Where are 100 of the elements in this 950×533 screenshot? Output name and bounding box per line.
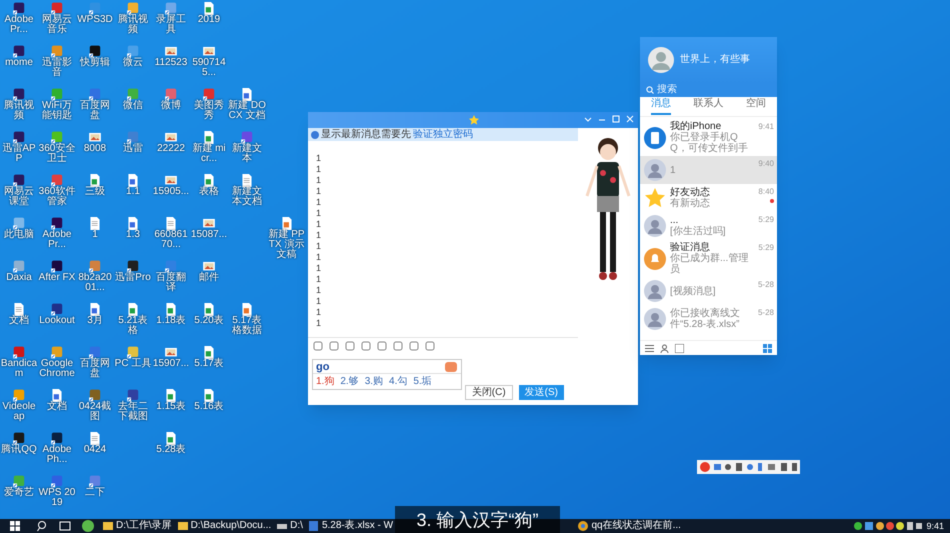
desktop-icon-label[interactable]: 5.17表 [190,359,228,369]
ime-candidate[interactable]: 5.垢 [413,376,432,388]
conversation-item[interactable]: 验证消息 你已成为群...管理员 5:29 [640,240,777,277]
desktop-icon-label[interactable]: 5907145... [190,58,228,78]
desktop-icon-label[interactable]: WiFi万能钥匙 [38,101,76,121]
desktop-icon-label[interactable]: 8b2a2001... [76,273,114,293]
desktop-icon-label[interactable]: 去年二下截图 [114,402,152,422]
taskbar-item[interactable]: 5.28-表.xlsx - W [306,519,396,533]
desktop-icon-label[interactable]: WPS3D [76,15,114,25]
desktop-icon-label[interactable]: 迅雷APP [0,144,38,164]
desktop-icon-label[interactable]: 1.18表 [152,316,190,326]
desktop-icon-label[interactable]: 15907... [152,359,190,369]
ime-candidate[interactable]: 1.狗 [316,376,334,388]
desktop-icon-label[interactable]: 5.28表 [152,445,190,455]
desktop-icon-label[interactable]: 8008 [76,144,114,154]
desktop-icon-label[interactable]: 3月 [76,316,114,326]
desktop-icon-label[interactable]: mome [0,58,38,68]
desktop-icon-label[interactable]: 百度网盘 [76,101,114,121]
desktop-icon-label[interactable]: 新建文本 [228,144,266,164]
desktop-icon-label[interactable]: Adobe Pr... [0,15,38,35]
desktop-icon-label[interactable]: 三级 [76,187,114,197]
desktop-icon-label[interactable]: Adobe Pr... [38,230,76,250]
verify-link[interactable]: 验证独立密码 [413,128,473,140]
desktop-icon-label[interactable]: 112523 [152,58,190,68]
desktop-icon-label[interactable]: 1.15表 [152,402,190,412]
send-button[interactable]: 发送(S) [518,385,564,400]
conversation-item[interactable]: [视频消息] 5-28 [640,277,777,305]
contacts-icon[interactable] [660,344,669,352]
menu-icon[interactable] [645,344,654,352]
panel-tab[interactable]: 联系人 [693,98,724,115]
desktop-icon-label[interactable]: Videoleap [0,402,38,422]
ime-candidate[interactable]: 2.够 [340,376,359,388]
desktop-icon-label[interactable]: 文档 [0,316,38,326]
tray-icons-drawing[interactable] [853,521,924,531]
desktop-icon-label[interactable]: 5.17表格数据 [228,316,266,336]
desktop-icon-label[interactable]: 新建 micr... [190,144,228,164]
desktop-icon-label[interactable]: 此电脑 [0,230,38,240]
desktop-icon-label[interactable]: Bandicam [0,359,38,379]
clock-time[interactable]: 9:41 [926,520,944,532]
desktop-icon-label[interactable]: 网易云课堂 [0,187,38,207]
desktop-icon-label[interactable]: 百度翻译 [152,273,190,293]
desktop-icon-label[interactable]: 1.3 [114,230,152,240]
conversation-item[interactable]: 我的iPhone 你已登录手机QQ，可传文件到手 9:41 [640,119,777,156]
desktop-icon-label[interactable]: After FX [38,273,76,283]
desktop-icon-label[interactable]: 腾讯视频 [114,15,152,35]
desktop-icon-label[interactable]: 15905... [152,187,190,197]
desktop-icon-label[interactable]: 360安全卫士 [38,144,76,164]
dropdown-icon[interactable] [584,115,592,124]
desktop-icon-label[interactable]: 微云 [114,58,152,68]
desktop-icon-label[interactable]: 2019 [190,15,228,25]
taskbar-item[interactable]: D:\ [274,519,306,533]
ime-candidate[interactable]: 4.勾 [389,376,408,388]
desktop-icon-label[interactable]: 66086170... [152,230,190,250]
desktop-icon-label[interactable]: 新建 DOCX 文档 [228,101,266,121]
desktop-icon-label[interactable]: 1.1 [114,187,152,197]
desktop-icon-label[interactable]: 快剪辑 [76,58,114,68]
desktop-icon-label[interactable]: PC 工具 [114,359,152,369]
search-field[interactable]: 搜索 [657,84,767,96]
desktop-icon-label[interactable]: 1 [76,230,114,240]
desktop-icon-label[interactable]: Google Chrome [38,359,76,379]
desktop-icon-label[interactable]: 360软件管家 [38,187,76,207]
panel-tab[interactable]: 消息 [651,98,672,115]
desktop-icon-label[interactable]: 腾讯QQ [0,445,38,455]
desktop-icon-label[interactable]: 新建文本文档 [228,187,266,207]
desktop-icon-label[interactable]: Lookout [38,316,76,326]
desktop-icon-label[interactable]: WPS 2019 [38,488,76,508]
desktop-icon-label[interactable]: 二下 [76,488,114,498]
conversation-item[interactable]: 你已接收离线文件“5.28-表.xlsx” 5-28 [640,305,777,333]
desktop-icon-label[interactable]: 网易云音乐 [38,15,76,35]
desktop-icon-label[interactable]: 新建 PPTX 演示文稿 [268,230,306,260]
close-icon[interactable] [626,115,634,124]
desktop-icon-label[interactable]: 邮件 [190,273,228,283]
close-button[interactable]: 关闭(C) [464,385,513,400]
conversation-item[interactable]: ... [你生活过吗] 5:29 [640,212,777,240]
maximize-icon[interactable] [612,115,620,124]
desktop-icon-label[interactable]: 15087... [190,230,228,240]
search-bar[interactable]: 搜索 [640,83,777,97]
desktop-icon-label[interactable]: 5.21表格 [114,316,152,336]
desktop-icon-label[interactable]: 0424 [76,445,114,455]
desktop-icon-label[interactable]: 5.16表 [190,402,228,412]
desktop-icon-label[interactable]: 美图秀秀 [190,101,228,121]
desktop-icon-label[interactable]: 腾讯视频 [0,101,38,121]
desktop-icon-label[interactable]: 迅雷Pro [114,273,152,283]
desktop-icon-label[interactable]: 迅雷影音 [38,58,76,78]
taskbar-item[interactable]: D:\工作\录屏 [100,519,175,533]
apps-icon[interactable] [763,344,772,352]
desktop-icon-label[interactable]: Adobe Ph... [38,445,76,465]
desktop-icon-label[interactable]: Daxia [0,273,38,283]
desktop-icon-label[interactable]: 微博 [152,101,190,111]
taskbar-item[interactable]: D:\Backup\Docu... [174,519,274,533]
ime-toolbar[interactable] [697,460,800,474]
desktop-icon-label[interactable]: 迅雷 [114,144,152,154]
panel-tab[interactable]: 空间 [746,98,766,115]
desktop-icon-label[interactable]: 0424截图 [76,402,114,422]
desktop-icon-label[interactable]: 22222 [152,144,190,154]
desktop-icon-label[interactable]: 百度网盘 [76,359,114,379]
desktop-icon-label[interactable]: 5.20表 [190,316,228,326]
conversation-item[interactable]: 1 9:40 [640,156,777,184]
desktop-icon-label[interactable]: 录屏工具 [152,15,190,35]
desktop-icon-label[interactable]: 文档 [38,402,76,412]
